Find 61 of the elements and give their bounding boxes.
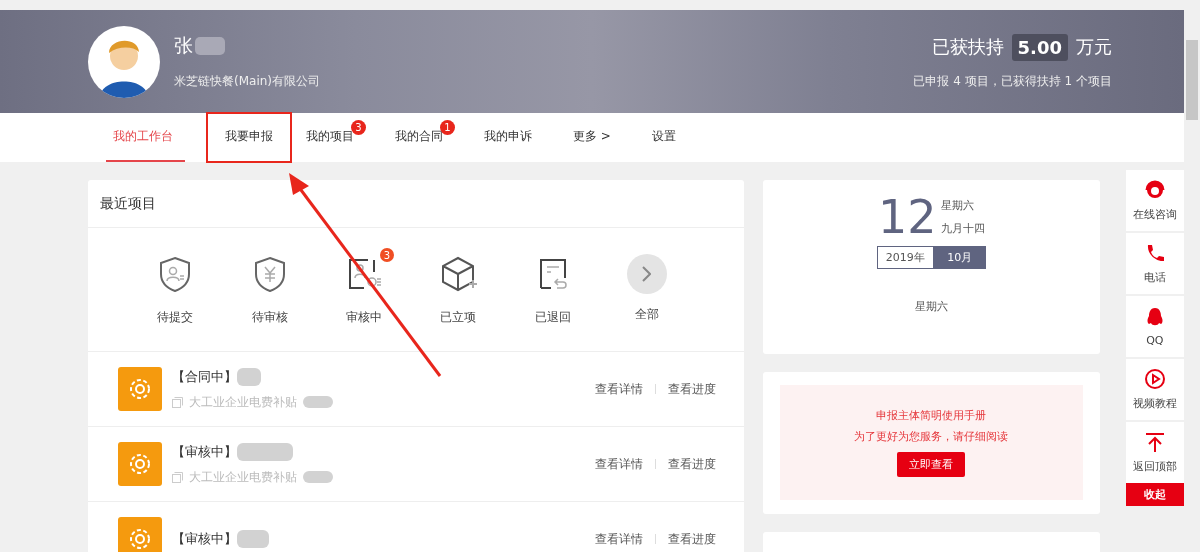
nav-tab[interactable]: 我的申诉 bbox=[477, 113, 544, 162]
side-bar-item[interactable]: 视频教程 bbox=[1125, 359, 1184, 420]
nav-tab[interactable]: 设置 bbox=[644, 113, 688, 162]
action-link[interactable]: 查看进度 bbox=[668, 380, 717, 398]
project-status: 【审核中】 bbox=[172, 442, 237, 461]
guide-subtitle: 为了更好为您服务，请仔细阅读 bbox=[854, 429, 1009, 444]
day-number: 12 bbox=[878, 194, 937, 240]
count-badge: 3 bbox=[351, 120, 366, 135]
action-link[interactable]: 查看详情 bbox=[595, 455, 644, 473]
redacted-block bbox=[237, 530, 269, 548]
redacted-block bbox=[303, 396, 333, 408]
copy-icon bbox=[172, 471, 183, 483]
chevron-right-icon bbox=[642, 266, 652, 282]
support-amount: 5.00 bbox=[1011, 33, 1068, 61]
status-filter[interactable]: 已退回 bbox=[517, 246, 588, 351]
scrollbar-thumb[interactable] bbox=[1186, 40, 1198, 120]
lunar-date: 九月十四 bbox=[940, 221, 985, 236]
support-unit: 万元 bbox=[1076, 35, 1112, 59]
redacted-block bbox=[237, 367, 261, 386]
count-badge: 3 bbox=[379, 248, 394, 262]
action-link[interactable]: 查看进度 bbox=[668, 530, 717, 548]
support-summary: 已申报 4 项目，已获得扶持 1 个项目 bbox=[913, 72, 1112, 90]
gear-icon bbox=[118, 367, 162, 411]
year-label: 2019年 bbox=[876, 246, 934, 269]
project-status: 【审核中】 bbox=[172, 530, 237, 548]
month-label: 10月 bbox=[933, 246, 986, 269]
action-link[interactable]: 查看进度 bbox=[668, 455, 717, 473]
redacted-block bbox=[237, 442, 293, 461]
status-filter[interactable]: 已立项 bbox=[423, 246, 494, 351]
action-link[interactable]: 查看详情 bbox=[595, 530, 644, 548]
side-bar-item[interactable]: 在线咨询 bbox=[1125, 170, 1184, 231]
subsidy-name: 大工业企业电费补贴 bbox=[189, 393, 297, 411]
company-name: 米芝链快餐(Main)有限公司 bbox=[174, 73, 321, 90]
guide-title: 申报主体简明使用手册 bbox=[876, 408, 987, 423]
status-filter[interactable]: 3 审核中 bbox=[328, 246, 399, 351]
nav-tab[interactable]: 我的工作台 bbox=[106, 113, 185, 162]
support-label: 已获扶持 bbox=[931, 35, 1004, 59]
redacted-block bbox=[303, 471, 333, 483]
card-title: 最近项目 bbox=[100, 194, 156, 213]
weekday: 星期六 bbox=[940, 198, 975, 213]
gear-icon bbox=[118, 442, 162, 486]
subsidy-name: 大工业企业电费补贴 bbox=[189, 468, 297, 486]
weekday: 星期六 bbox=[914, 300, 948, 313]
view-now-button[interactable]: 立即查看 bbox=[897, 452, 966, 477]
copy-icon bbox=[172, 396, 183, 408]
status-filter[interactable]: 待提交 bbox=[140, 246, 211, 351]
side-bar-item[interactable]: 返回顶部 bbox=[1125, 422, 1184, 483]
status-filter[interactable]: 待审核 bbox=[234, 246, 305, 351]
arrow-up-icon bbox=[1143, 431, 1166, 453]
nav-tab[interactable]: 我要申报 bbox=[207, 113, 291, 162]
side-bar-item[interactable]: QQ bbox=[1125, 296, 1184, 357]
status-filter[interactable]: 全部 bbox=[611, 246, 682, 351]
side-bar-item[interactable]: 电话 bbox=[1125, 233, 1184, 294]
play-icon bbox=[1143, 368, 1166, 390]
user-name: 张 bbox=[174, 33, 193, 58]
headset-icon bbox=[1143, 179, 1166, 201]
nav-tab[interactable]: 更多 > bbox=[566, 113, 623, 162]
project-status: 【合同中】 bbox=[172, 367, 237, 386]
collapse-button[interactable]: 收起 bbox=[1125, 483, 1184, 506]
redacted-block bbox=[195, 37, 225, 55]
action-link[interactable]: 查看详情 bbox=[595, 380, 644, 398]
